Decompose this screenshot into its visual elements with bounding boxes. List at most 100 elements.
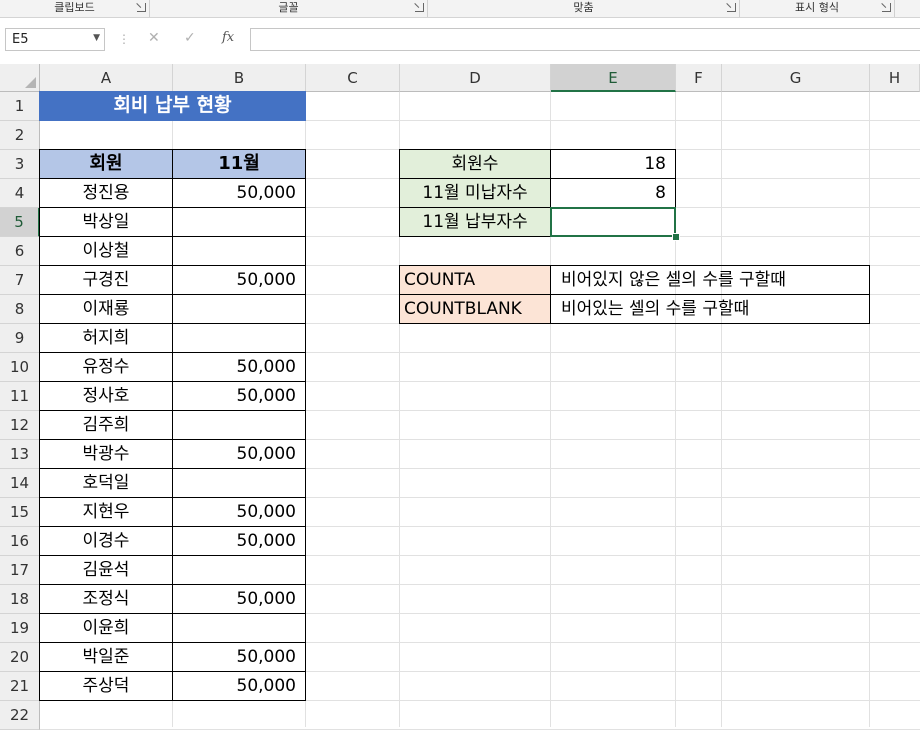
ribbon-group-number-label: 표시 형식: [795, 1, 839, 14]
row-header-11[interactable]: 11: [0, 382, 40, 411]
cancel-icon[interactable]: ✕: [148, 30, 160, 46]
member-payment-cell[interactable]: [172, 410, 306, 440]
member-payment-cell[interactable]: [172, 207, 306, 237]
insert-function-icon[interactable]: fx: [222, 30, 234, 45]
column-header-h[interactable]: H: [870, 64, 920, 92]
ribbon-group-alignment-label: 맞춤: [573, 1, 594, 14]
row-header-9[interactable]: 9: [0, 324, 40, 353]
table-title[interactable]: 회비 납부 현황: [39, 91, 306, 121]
member-name-cell[interactable]: 이경수: [39, 526, 173, 556]
member-name-cell[interactable]: 박광수: [39, 439, 173, 469]
member-payment-cell[interactable]: 50,000: [172, 642, 306, 672]
name-box-value: E5: [12, 32, 29, 47]
row-header-12[interactable]: 12: [0, 411, 40, 440]
summary-value-cell[interactable]: 8: [550, 178, 676, 208]
row-header-2[interactable]: 2: [0, 121, 40, 150]
member-name-cell[interactable]: 주상덕: [39, 671, 173, 701]
row-header-14[interactable]: 14: [0, 469, 40, 498]
member-payment-cell[interactable]: 50,000: [172, 439, 306, 469]
header-november[interactable]: 11월: [172, 149, 306, 179]
number-dialog-launcher-icon[interactable]: [882, 3, 891, 12]
row-header-19[interactable]: 19: [0, 614, 40, 643]
member-payment-cell[interactable]: 50,000: [172, 265, 306, 295]
row-header-10[interactable]: 10: [0, 353, 40, 382]
formula-bar: E5 ▼ ⋮ ✕ ✓ fx: [0, 18, 920, 64]
member-payment-cell[interactable]: [172, 236, 306, 266]
member-name-cell[interactable]: 지현우: [39, 497, 173, 527]
active-cell-e5[interactable]: [550, 207, 676, 237]
ribbon-group-clipboard: 클립보드: [0, 0, 150, 17]
summary-label-cell[interactable]: 11월 미납자수: [399, 178, 551, 208]
ribbon-group-number: 표시 형식: [740, 0, 895, 17]
summary-value-cell[interactable]: 18: [550, 149, 676, 179]
ribbon-group-font: 글꼴: [150, 0, 428, 17]
ribbon-group-clipboard-label: 클립보드: [54, 1, 95, 14]
fill-handle[interactable]: [672, 233, 680, 241]
member-payment-cell[interactable]: 50,000: [172, 584, 306, 614]
clipboard-dialog-launcher-icon[interactable]: [137, 3, 146, 12]
chevron-down-icon[interactable]: ▼: [93, 33, 100, 43]
member-name-cell[interactable]: 유정수: [39, 352, 173, 382]
row-header-15[interactable]: 15: [0, 498, 40, 527]
column-header-d[interactable]: D: [400, 64, 551, 92]
row-header-22[interactable]: 22: [0, 701, 40, 730]
member-name-cell[interactable]: 박상일: [39, 207, 173, 237]
member-name-cell[interactable]: 김윤석: [39, 555, 173, 585]
member-name-cell[interactable]: 이상철: [39, 236, 173, 266]
member-payment-cell[interactable]: 50,000: [172, 352, 306, 382]
member-payment-cell[interactable]: 50,000: [172, 671, 306, 701]
worksheet-grid[interactable]: A B C D E F G H 1 2 3 4 5 6 7 8 9 10 11 12 13 14 15 16 17 18 19 20 2…: [0, 64, 920, 730]
member-name-cell[interactable]: 김주희: [39, 410, 173, 440]
member-payment-cell[interactable]: [172, 613, 306, 643]
member-name-cell[interactable]: 구경진: [39, 265, 173, 295]
member-name-cell[interactable]: 호덕일: [39, 468, 173, 498]
row-header-5[interactable]: 5: [0, 208, 40, 237]
row-header-7[interactable]: 7: [0, 266, 40, 295]
function-description-cell[interactable]: 비어있지 않은 셀의 수를 구할때: [550, 265, 870, 295]
column-header-f[interactable]: F: [676, 64, 722, 92]
member-payment-cell[interactable]: [172, 294, 306, 324]
formula-input[interactable]: [250, 28, 920, 51]
member-name-cell[interactable]: 박일준: [39, 642, 173, 672]
column-header-c[interactable]: C: [306, 64, 400, 92]
member-payment-cell[interactable]: [172, 468, 306, 498]
select-all-button[interactable]: [0, 64, 40, 92]
member-payment-cell[interactable]: [172, 323, 306, 353]
function-description-cell[interactable]: 비어있는 셀의 수를 구할때: [550, 294, 870, 324]
column-header-b[interactable]: B: [173, 64, 306, 92]
member-payment-cell[interactable]: 50,000: [172, 526, 306, 556]
member-name-cell[interactable]: 정사호: [39, 381, 173, 411]
row-header-4[interactable]: 4: [0, 179, 40, 208]
summary-label-cell[interactable]: 11월 납부자수: [399, 207, 551, 237]
row-header-1[interactable]: 1: [0, 92, 40, 121]
row-header-8[interactable]: 8: [0, 295, 40, 324]
row-header-18[interactable]: 18: [0, 585, 40, 614]
member-name-cell[interactable]: 정진용: [39, 178, 173, 208]
font-dialog-launcher-icon[interactable]: [415, 3, 424, 12]
function-name-cell[interactable]: COUNTA: [399, 265, 551, 295]
member-name-cell[interactable]: 이윤희: [39, 613, 173, 643]
column-header-a[interactable]: A: [40, 64, 173, 92]
function-name-cell[interactable]: COUNTBLANK: [399, 294, 551, 324]
member-payment-cell[interactable]: 50,000: [172, 178, 306, 208]
summary-label-cell[interactable]: 회원수: [399, 149, 551, 179]
row-header-20[interactable]: 20: [0, 643, 40, 672]
row-header-6[interactable]: 6: [0, 237, 40, 266]
enter-icon[interactable]: ✓: [184, 30, 196, 46]
row-header-21[interactable]: 21: [0, 672, 40, 701]
member-payment-cell[interactable]: 50,000: [172, 381, 306, 411]
column-header-e[interactable]: E: [551, 64, 676, 92]
member-payment-cell[interactable]: 50,000: [172, 497, 306, 527]
row-header-17[interactable]: 17: [0, 556, 40, 585]
column-header-g[interactable]: G: [722, 64, 870, 92]
member-payment-cell[interactable]: [172, 555, 306, 585]
member-name-cell[interactable]: 허지희: [39, 323, 173, 353]
member-name-cell[interactable]: 조정식: [39, 584, 173, 614]
row-header-13[interactable]: 13: [0, 440, 40, 469]
row-header-3[interactable]: 3: [0, 150, 40, 179]
alignment-dialog-launcher-icon[interactable]: [727, 3, 736, 12]
name-box[interactable]: E5 ▼: [5, 28, 105, 51]
member-name-cell[interactable]: 이재룡: [39, 294, 173, 324]
header-member[interactable]: 회원: [39, 149, 173, 179]
row-header-16[interactable]: 16: [0, 527, 40, 556]
